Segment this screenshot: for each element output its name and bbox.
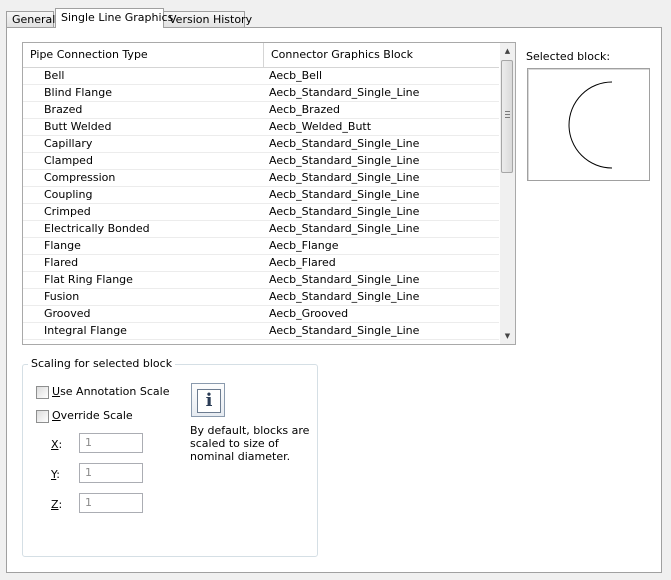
table-row[interactable]: Brazed Aecb_Brazed	[23, 102, 499, 119]
connector-graphics-block-cell: Aecb_Bell	[269, 69, 323, 82]
table-row[interactable]: Capillary Aecb_Standard_Single_Line	[23, 136, 499, 153]
pipe-connection-type-cell: Brazed	[44, 103, 83, 116]
connector-graphics-block-cell: Aecb_Standard_Single_Line	[269, 86, 420, 99]
pipe-connection-type-cell: Blind Flange	[44, 86, 112, 99]
connector-graphics-block-cell: Aecb_Standard_Single_Line	[269, 273, 420, 286]
list-rows: Bell Aecb_Bell Blind Flange Aecb_Standard_S…	[23, 68, 499, 340]
scroll-up-arrow-icon[interactable]: ▲	[500, 43, 515, 59]
table-row[interactable]: Flange Aecb_Flange	[23, 238, 499, 255]
pipe-connection-type-cell: Butt Welded	[44, 120, 112, 133]
pipe-connection-type-cell: Fusion	[44, 290, 80, 303]
table-row[interactable]: Butt Welded Aecb_Welded_Butt	[23, 119, 499, 136]
connector-graphics-block-cell: Aecb_Brazed	[269, 103, 340, 116]
connection-list[interactable]: Pipe Connection Type Connector Graphics …	[22, 42, 516, 345]
use-annotation-scale-label: Use Annotation Scale	[52, 385, 170, 398]
tab-single-line-graphics-label: Single Line Graphics	[61, 11, 174, 24]
checkbox-box[interactable]	[36, 386, 49, 399]
pipe-connection-type-cell: Electrically Bonded	[44, 222, 150, 235]
connector-graphics-block-cell: Aecb_Standard_Single_Line	[269, 222, 420, 235]
z-label: Z:	[51, 498, 63, 511]
connector-graphics-block-cell: Aecb_Flange	[269, 239, 339, 252]
tab-single-line-graphics[interactable]: Single Line Graphics	[55, 8, 173, 28]
connector-graphics-block-cell: Aecb_Grooved	[269, 307, 349, 320]
tab-general[interactable]: General	[6, 11, 56, 27]
table-row[interactable]: Grooved Aecb_Grooved	[23, 306, 499, 323]
pipe-connection-type-cell: Flared	[44, 256, 79, 269]
table-row[interactable]: Flat Ring Flange Aecb_Standard_Single_Lin…	[23, 272, 499, 289]
table-row[interactable]: Compression Aecb_Standard_Single_Line	[23, 170, 499, 187]
pipe-connection-type-cell: Crimped	[44, 205, 91, 218]
tab-general-label: General	[12, 13, 56, 26]
pipe-connection-type-cell: Bell	[44, 69, 65, 82]
pipe-connection-type-cell: Compression	[44, 171, 116, 184]
scrollbar-thumb[interactable]	[501, 60, 513, 173]
block-preview	[527, 68, 650, 181]
pipe-connection-type-cell: Clamped	[44, 154, 93, 167]
connector-graphics-block-cell: Aecb_Standard_Single_Line	[269, 324, 420, 337]
tab-version-history-label: Version History	[169, 13, 253, 26]
table-row[interactable]: Flared Aecb_Flared	[23, 255, 499, 272]
connector-graphics-block-cell: Aecb_Standard_Single_Line	[269, 205, 420, 218]
pipe-connection-type-cell: Grooved	[44, 307, 91, 320]
connector-graphics-block-cell: Aecb_Standard_Single_Line	[269, 188, 420, 201]
selected-block-label: Selected block:	[526, 50, 611, 63]
vertical-scrollbar[interactable]: ▲ ▼	[500, 43, 515, 344]
column-header-pipe-connection-type[interactable]: Pipe Connection Type	[23, 43, 264, 67]
bell-block-graphic	[568, 81, 613, 169]
connector-graphics-block-cell: Aecb_Standard_Single_Line	[269, 154, 420, 167]
table-row[interactable]: Coupling Aecb_Standard_Single_Line	[23, 187, 499, 204]
table-row[interactable]: Fusion Aecb_Standard_Single_Line	[23, 289, 499, 306]
pipe-connection-type-cell: Coupling	[44, 188, 93, 201]
info-text: By default, blocks are scaled to size of…	[190, 424, 310, 463]
tab-version-history[interactable]: Version History	[163, 11, 252, 27]
scaling-group-title: Scaling for selected block	[28, 357, 176, 370]
connector-graphics-block-cell: Aecb_Standard_Single_Line	[269, 171, 420, 184]
connector-graphics-block-cell: Aecb_Flared	[269, 256, 336, 269]
y-label: Y:	[51, 468, 60, 481]
tab-panel: Pipe Connection Type Connector Graphics …	[6, 27, 662, 573]
info-icon: i	[191, 383, 225, 417]
scaling-group: Scaling for selected block Use Annotatio…	[22, 357, 318, 557]
column-header-connector-graphics-block[interactable]: Connector Graphics Block	[264, 43, 499, 67]
y-scale-input[interactable]: 1	[79, 463, 143, 483]
scroll-down-arrow-icon[interactable]: ▼	[500, 328, 515, 344]
connector-graphics-block-cell: Aecb_Standard_Single_Line	[269, 290, 420, 303]
table-row[interactable]: Integral Flange Aecb_Standard_Single_Line	[23, 323, 499, 340]
connector-graphics-block-cell: Aecb_Standard_Single_Line	[269, 137, 420, 150]
z-scale-input[interactable]: 1	[79, 493, 143, 513]
info-glyph: i	[197, 389, 221, 413]
list-header: Pipe Connection Type Connector Graphics …	[23, 43, 499, 68]
grip-line	[505, 117, 510, 118]
pipe-connection-type-cell: Flange	[44, 239, 81, 252]
pipe-connection-type-cell: Capillary	[44, 137, 93, 150]
table-row[interactable]: Blind Flange Aecb_Standard_Single_Line	[23, 85, 499, 102]
x-scale-input[interactable]: 1	[79, 433, 143, 453]
pipe-connection-type-cell: Flat Ring Flange	[44, 273, 133, 286]
table-row[interactable]: Crimped Aecb_Standard_Single_Line	[23, 204, 499, 221]
override-scale-label: Override Scale	[52, 409, 133, 422]
grip-line	[505, 114, 510, 115]
grip-line	[505, 111, 510, 112]
x-label: X:	[51, 438, 63, 451]
table-row[interactable]: Electrically Bonded Aecb_Standard_Single_…	[23, 221, 499, 238]
connector-graphics-block-cell: Aecb_Welded_Butt	[269, 120, 372, 133]
pipe-connection-type-cell: Integral Flange	[44, 324, 127, 337]
checkbox-box[interactable]	[36, 410, 49, 423]
table-row[interactable]: Clamped Aecb_Standard_Single_Line	[23, 153, 499, 170]
table-row[interactable]: Bell Aecb_Bell	[23, 68, 499, 85]
